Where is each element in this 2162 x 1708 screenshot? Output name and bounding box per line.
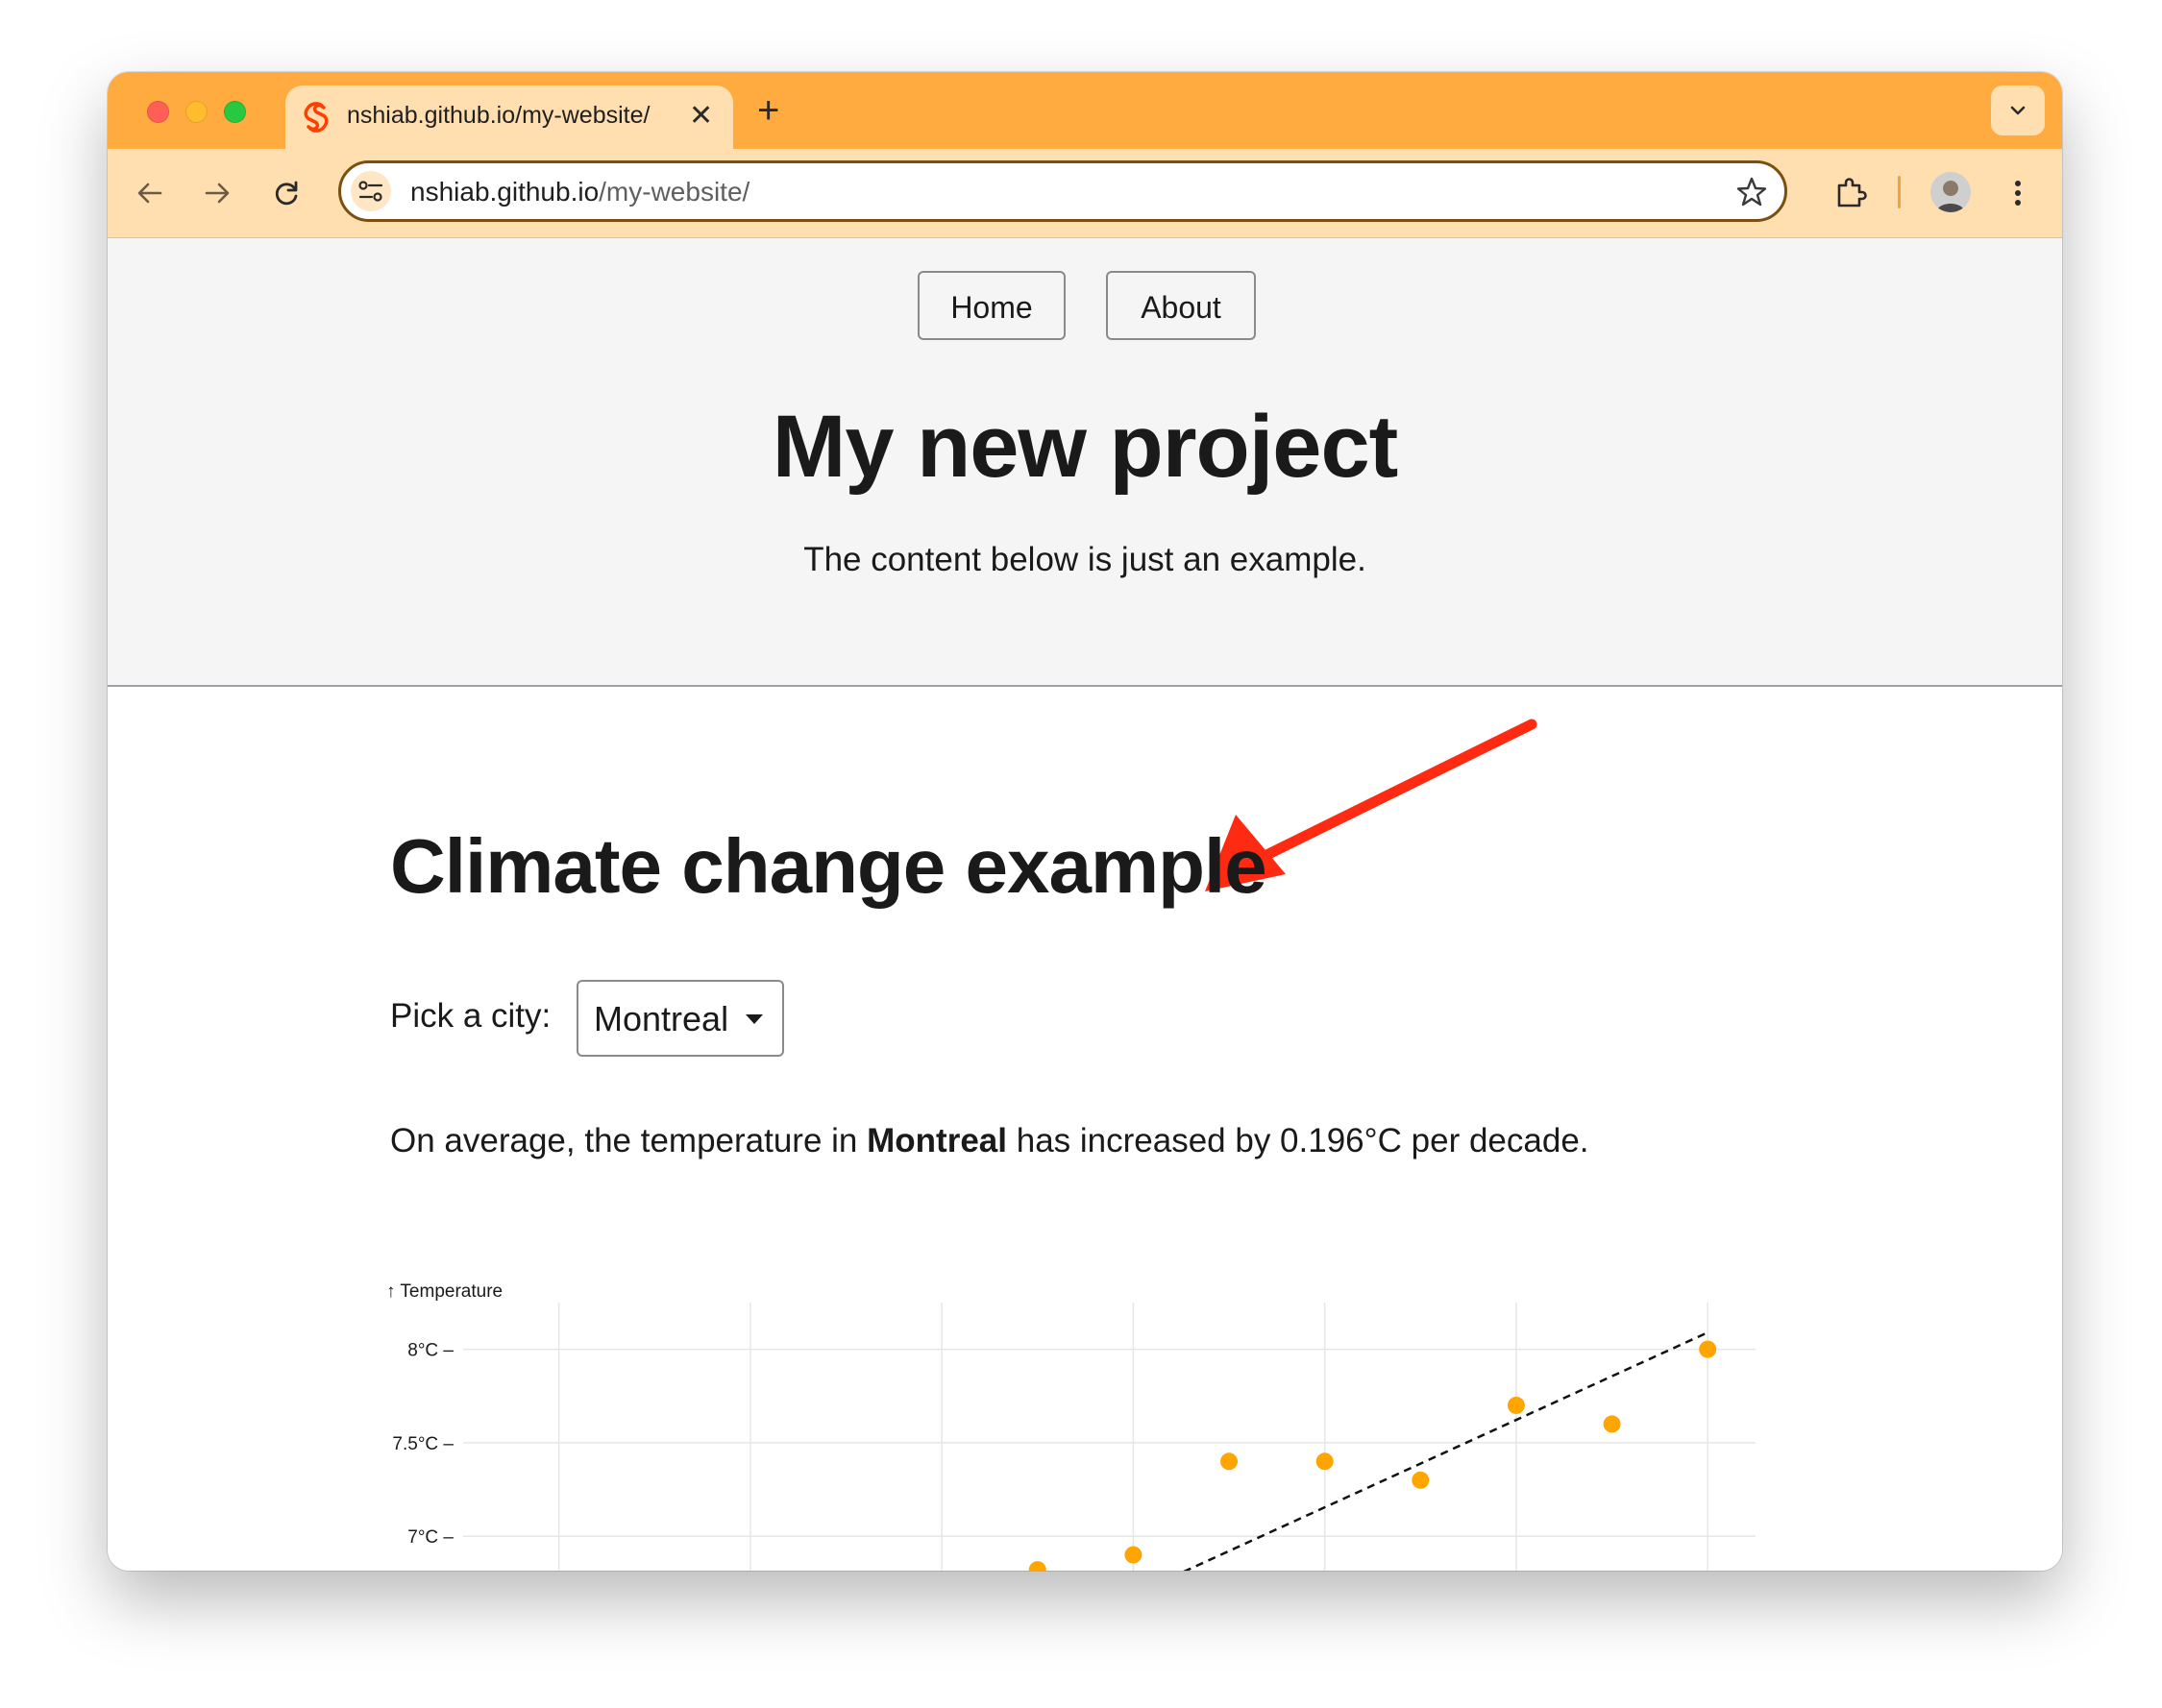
- profile-avatar[interactable]: [1930, 172, 1971, 212]
- city-picker-label: Pick a city:: [390, 997, 552, 1035]
- site-info-button[interactable]: [351, 171, 391, 211]
- chart-point-2: [1220, 1452, 1239, 1471]
- chart-point-4: [1412, 1471, 1430, 1489]
- chart-y-tick-label: 7°C –: [407, 1527, 454, 1548]
- page-subtitle: The content below is just an example.: [803, 541, 1366, 578]
- tab-title: nshiab.github.io/my-website/: [347, 102, 651, 129]
- caret-down-icon: [746, 1014, 763, 1024]
- active-tab[interactable]: nshiab.github.io/my-website/ ✕: [285, 85, 733, 149]
- tab-search-button[interactable]: [1991, 85, 2045, 135]
- city-select-value: Montreal: [594, 999, 729, 1038]
- more-vertical-icon[interactable]: [1999, 174, 2037, 212]
- chart-y-tick-label: 8°C –: [407, 1341, 454, 1361]
- temperature-chart: ↑ Temperature 8°C – 7.5°C – 7°C –: [386, 1281, 1756, 1571]
- chart-point-1: [1124, 1546, 1142, 1564]
- new-tab-button[interactable]: +: [757, 89, 779, 132]
- svelte-icon: [301, 101, 332, 134]
- section-title: Climate change example: [390, 823, 1267, 909]
- chart-point-0: [1028, 1561, 1046, 1571]
- page-title: My new project: [772, 398, 1399, 496]
- chevron-down-icon: [2010, 106, 2026, 115]
- tune-icon: [358, 181, 383, 202]
- chart-trend-line: [1183, 1330, 1708, 1571]
- nav-home-button[interactable]: Home: [918, 271, 1066, 340]
- chart-point-6: [1603, 1415, 1621, 1433]
- chart-y-label: ↑ Temperature: [386, 1281, 503, 1302]
- summary-city: Montreal: [867, 1122, 1007, 1159]
- tab-bar: nshiab.github.io/my-website/ ✕ +: [108, 72, 2062, 149]
- chart-y-tick-label: 7.5°C –: [392, 1434, 454, 1454]
- nav-about-button[interactable]: About: [1106, 271, 1256, 340]
- back-arrow-icon[interactable]: [131, 174, 169, 212]
- url-host: nshiab.github.io: [410, 177, 600, 207]
- minimize-window-button[interactable]: [185, 101, 208, 123]
- bookmark-star-icon[interactable]: [1734, 175, 1769, 209]
- page-content: Home About My new project The content be…: [108, 238, 2062, 1571]
- reload-icon[interactable]: [267, 174, 306, 212]
- url-text: nshiab.github.io/my-website/: [410, 177, 749, 207]
- maximize-window-button[interactable]: [224, 101, 246, 123]
- forward-arrow-icon[interactable]: [198, 174, 236, 212]
- site-header: Home About My new project The content be…: [108, 238, 2062, 687]
- summary-prefix: On average, the temperature in: [390, 1122, 858, 1159]
- chart-point-5: [1507, 1396, 1525, 1414]
- browser-toolbar: nshiab.github.io/my-website/: [108, 149, 2062, 238]
- summary-suffix: has increased by 0.196°C per decade.: [1016, 1122, 1589, 1159]
- chart-point-3: [1315, 1452, 1334, 1471]
- close-window-button[interactable]: [147, 101, 169, 123]
- close-tab-icon[interactable]: ✕: [689, 97, 713, 135]
- browser-window: nshiab.github.io/my-website/ ✕ + nshiab.…: [108, 72, 2062, 1571]
- toolbar-separator: [1898, 176, 1901, 208]
- city-select[interactable]: Montreal: [577, 980, 784, 1057]
- address-bar[interactable]: nshiab.github.io/my-website/: [338, 160, 1787, 222]
- temperature-summary: On average, the temperature in Montreal …: [390, 1122, 1589, 1160]
- chart-point-7: [1699, 1340, 1717, 1358]
- extensions-puzzle-icon[interactable]: [1831, 174, 1870, 212]
- url-path: /my-website/: [599, 177, 750, 207]
